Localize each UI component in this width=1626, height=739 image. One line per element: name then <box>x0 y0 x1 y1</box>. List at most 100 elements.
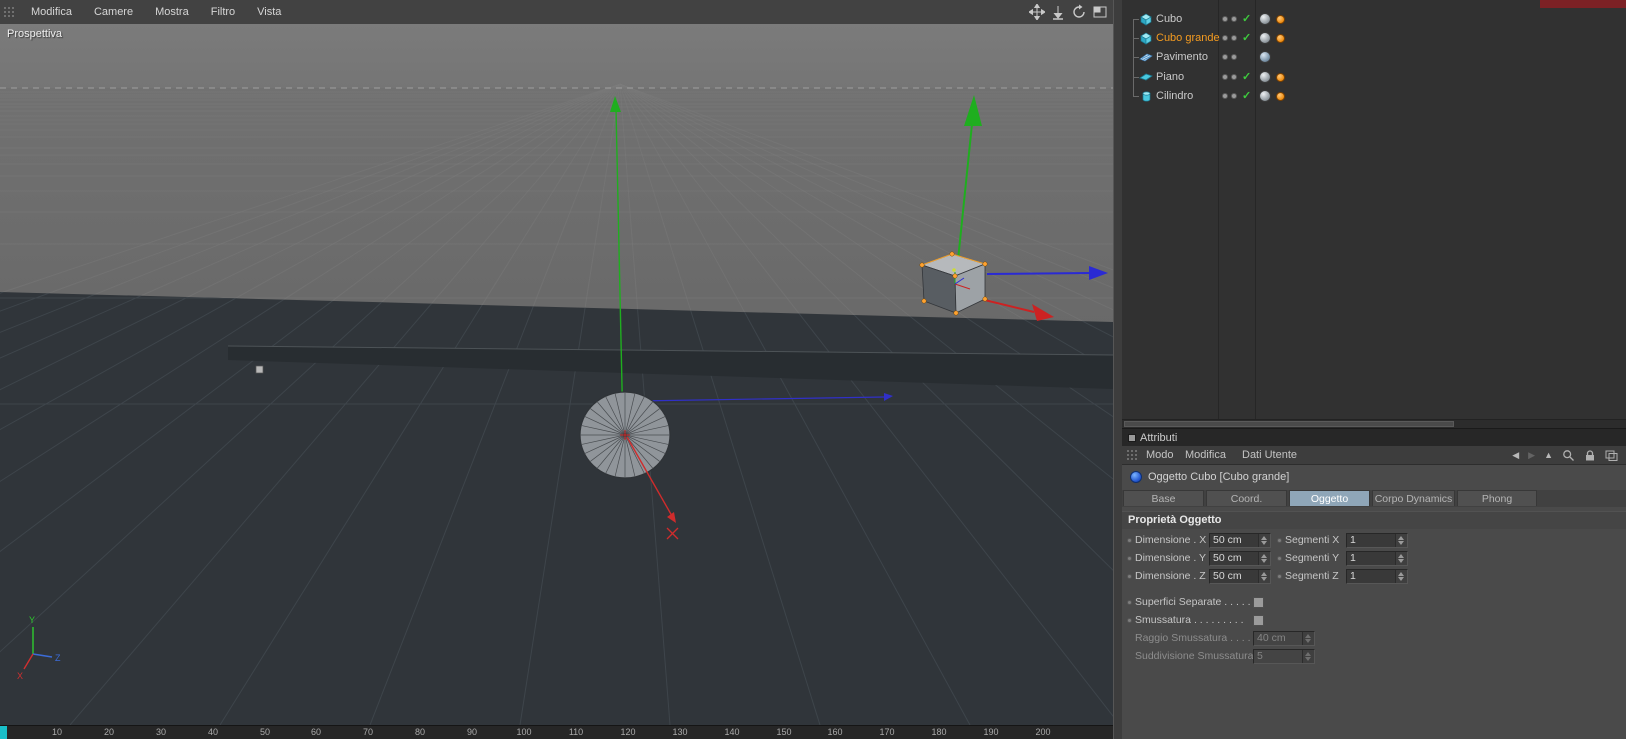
dimensione-y-field[interactable]: 50 cm <box>1209 551 1271 566</box>
object-row-cilindro[interactable]: Cilindro ✓ <box>1122 87 1626 106</box>
keyframe-dot[interactable] <box>1127 600 1132 605</box>
cube-object-icon[interactable] <box>1139 31 1153 45</box>
segmenti-y-field[interactable]: 1 <box>1346 551 1408 566</box>
editor-visibility-dot[interactable] <box>1222 74 1228 80</box>
texture-tag-icon[interactable] <box>1276 92 1285 101</box>
keyframe-dot[interactable] <box>1277 574 1282 579</box>
cylinder-object-icon[interactable] <box>1139 89 1153 103</box>
object-row-piano[interactable]: Piano ✓ <box>1122 68 1626 87</box>
smussatura-checkbox[interactable] <box>1253 615 1264 626</box>
menu-mostra[interactable]: Mostra <box>144 0 200 24</box>
mode-menu[interactable]: Modo <box>1146 446 1174 464</box>
dimensione-x-field[interactable]: 50 cm <box>1209 533 1271 548</box>
modifica-menu[interactable]: Modifica <box>1185 446 1226 464</box>
tab-coord[interactable]: Coord. <box>1206 490 1287 506</box>
render-visibility-dot[interactable] <box>1231 93 1237 99</box>
attributes-object-header: Oggetto Cubo [Cubo grande] <box>1122 466 1626 488</box>
keyframe-dot[interactable] <box>1127 538 1132 543</box>
object-row-cubo[interactable]: Cubo ✓ <box>1122 10 1626 29</box>
texture-tag-icon[interactable] <box>1276 15 1285 24</box>
scrollbar-thumb[interactable] <box>1124 421 1454 427</box>
cube-object-icon[interactable] <box>1139 12 1153 26</box>
pan-view-icon[interactable] <box>1029 4 1045 20</box>
lock-icon[interactable] <box>1584 449 1596 462</box>
superfici-separate-checkbox[interactable] <box>1253 597 1264 608</box>
segmenti-x-field[interactable]: 1 <box>1346 533 1408 548</box>
stepper[interactable] <box>1258 552 1270 565</box>
object-row-pavimento[interactable]: Pavimento <box>1122 48 1626 67</box>
material-tag-icon[interactable] <box>1259 90 1271 102</box>
stepper[interactable] <box>1258 534 1270 547</box>
param-label: Dimensione . Z <box>1135 570 1206 582</box>
render-visibility-dot[interactable] <box>1231 35 1237 41</box>
tab-phong[interactable]: Phong <box>1457 490 1537 506</box>
tab-oggetto[interactable]: Oggetto <box>1289 490 1370 506</box>
cylinder-object[interactable] <box>579 391 671 479</box>
material-tag-icon[interactable] <box>1259 13 1271 25</box>
menu-modifica[interactable]: Modifica <box>20 0 83 24</box>
texture-tag-icon[interactable] <box>1276 73 1285 82</box>
viewport-camera-label[interactable]: Prospettiva <box>7 28 62 40</box>
attributes-titlebar[interactable]: Attributi <box>1122 428 1626 447</box>
panel-grip-icon[interactable] <box>1126 449 1138 461</box>
maximize-view-icon[interactable] <box>1092 4 1108 20</box>
plane-object-icon[interactable] <box>1139 70 1153 84</box>
keyframe-dot[interactable] <box>1127 618 1132 623</box>
search-icon[interactable] <box>1562 449 1575 462</box>
dimensione-z-field[interactable]: 50 cm <box>1209 569 1271 584</box>
history-forward-icon[interactable]: ▶ <box>1528 448 1535 462</box>
axis-label-y: Y <box>29 615 35 625</box>
tab-corpo-dynamics[interactable]: Corpo Dynamics <box>1372 490 1455 506</box>
material-tag-icon[interactable] <box>1259 51 1271 63</box>
ruler-tick: 70 <box>362 727 374 737</box>
menu-vista[interactable]: Vista <box>246 0 292 24</box>
menu-filtro[interactable]: Filtro <box>200 0 246 24</box>
stepper[interactable] <box>1395 534 1407 547</box>
editor-visibility-dot[interactable] <box>1222 54 1228 60</box>
stepper[interactable] <box>1395 570 1407 583</box>
editor-visibility-dot[interactable] <box>1222 16 1228 22</box>
texture-tag-icon[interactable] <box>1276 34 1285 43</box>
param-row-smussatura: Smussatura . . . . . . . . . <box>1122 612 1626 629</box>
render-visibility-dot[interactable] <box>1231 54 1237 60</box>
keyframe-dot[interactable] <box>1277 556 1282 561</box>
keyframe-dot[interactable] <box>1127 574 1132 579</box>
material-tag-icon[interactable] <box>1259 32 1271 44</box>
enabled-check-icon[interactable]: ✓ <box>1242 89 1251 102</box>
new-panel-icon[interactable] <box>1605 449 1618 461</box>
editor-visibility-dot[interactable] <box>1222 93 1228 99</box>
object-label[interactable]: Pavimento <box>1156 51 1208 63</box>
enabled-check-icon[interactable]: ✓ <box>1242 70 1251 83</box>
timeline-ruler[interactable]: 10 20 30 40 50 60 70 80 90 100 110 120 1… <box>0 725 1113 739</box>
history-back-icon[interactable]: ◀ <box>1512 448 1519 462</box>
enabled-check-icon[interactable]: ✓ <box>1242 31 1251 44</box>
cinema4d-window: Modifica Camere Mostra Filtro Vista Pros… <box>0 0 1626 739</box>
object-label[interactable]: Cilindro <box>1156 90 1193 102</box>
stepper[interactable] <box>1258 570 1270 583</box>
object-label-selected[interactable]: Cubo grande <box>1156 32 1220 44</box>
render-visibility-dot[interactable] <box>1231 74 1237 80</box>
stepper[interactable] <box>1395 552 1407 565</box>
section-header[interactable]: Proprietà Oggetto <box>1122 511 1626 529</box>
panel-grip-icon[interactable] <box>3 6 15 18</box>
tab-base[interactable]: Base <box>1123 490 1204 506</box>
floor-object-icon[interactable] <box>1139 50 1153 64</box>
material-tag-icon[interactable] <box>1259 71 1271 83</box>
keyframe-dot[interactable] <box>1127 556 1132 561</box>
render-visibility-dot[interactable] <box>1231 16 1237 22</box>
segmenti-z-field[interactable]: 1 <box>1346 569 1408 584</box>
parent-object-icon[interactable]: ▲ <box>1544 448 1553 462</box>
object-label[interactable]: Cubo <box>1156 13 1182 25</box>
ruler-tick: 10 <box>51 727 63 737</box>
object-label[interactable]: Piano <box>1156 71 1184 83</box>
enabled-check-icon[interactable]: ✓ <box>1242 12 1251 25</box>
dati-utente-menu[interactable]: Dati Utente <box>1242 446 1297 464</box>
dolly-view-icon[interactable] <box>1050 4 1066 20</box>
viewport-3d-scene[interactable]: Prospettiva Y Z X <box>0 24 1113 725</box>
object-row-cubo-grande[interactable]: Cubo grande ✓ <box>1122 29 1626 48</box>
rotate-view-icon[interactable] <box>1071 4 1087 20</box>
keyframe-dot[interactable] <box>1277 538 1282 543</box>
editor-visibility-dot[interactable] <box>1222 35 1228 41</box>
menu-camere[interactable]: Camere <box>83 0 144 24</box>
selection-handle[interactable] <box>255 365 264 374</box>
